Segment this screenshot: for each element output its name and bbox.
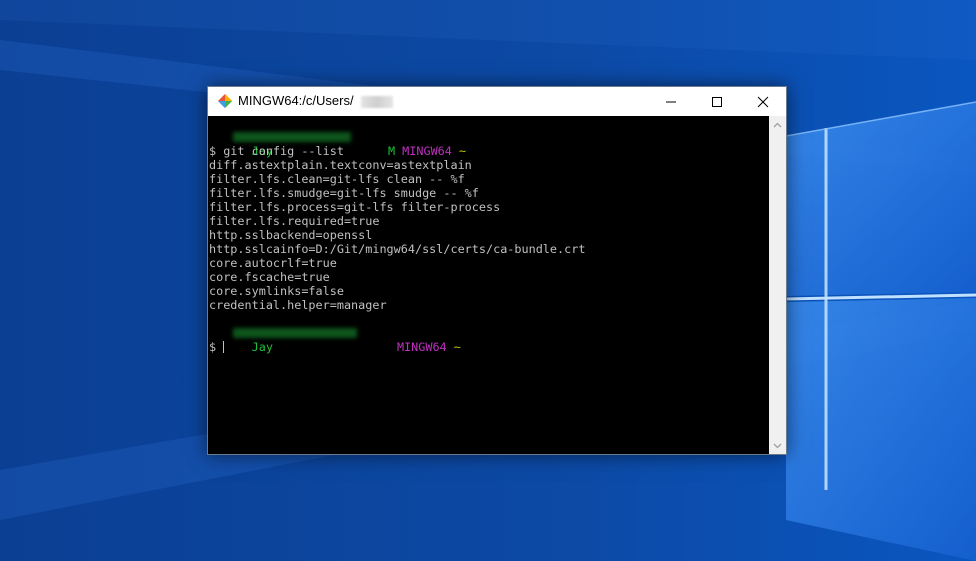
output-line: http.sslcainfo=D:/Git/mingw64/ssl/certs/… xyxy=(209,242,586,256)
window-titlebar[interactable]: MINGW64:/c/Users/ xyxy=(208,87,786,116)
hostname-redaction xyxy=(233,132,351,142)
prompt-env: MINGW64 xyxy=(402,144,452,158)
output-line: filter.lfs.smudge=git-lfs smudge -- %f xyxy=(209,186,479,200)
maximize-icon xyxy=(712,96,722,107)
output-line: core.autocrlf=true xyxy=(209,256,337,270)
output-line: credential.helper=manager xyxy=(209,298,387,312)
input-line[interactable]: $ xyxy=(209,340,225,354)
output-line: core.fscache=true xyxy=(209,270,330,284)
chevron-down-icon xyxy=(773,443,782,448)
output-line: filter.lfs.clean=git-lfs clean -- %f xyxy=(209,172,465,186)
hostname-redaction xyxy=(233,328,357,338)
window-title: MINGW64:/c/Users/ xyxy=(238,93,354,108)
mingw64-terminal-window[interactable]: MINGW64:/c/Users/ Jay M MINGW64 ~ $ git c… xyxy=(207,86,787,455)
title-redaction xyxy=(361,96,393,108)
text-cursor xyxy=(223,341,225,353)
output-line: diff.astextplain.textconv=astextplain xyxy=(209,158,472,172)
input-prompt: $ xyxy=(209,340,224,354)
prompt-path: ~ xyxy=(453,340,461,354)
terminal-output-area[interactable]: Jay M MINGW64 ~ $ git config --list diff.… xyxy=(208,116,769,454)
prompt-path: ~ xyxy=(458,144,467,158)
prompt-line: Jay MINGW64 ~ xyxy=(209,326,461,354)
prompt-env: MINGW64 xyxy=(396,340,447,354)
prompt-host-suffix: M xyxy=(387,144,396,158)
command-line: $ git config --list xyxy=(209,144,344,158)
vertical-scrollbar[interactable] xyxy=(769,116,786,454)
scroll-down-button[interactable] xyxy=(769,437,786,454)
git-bash-icon xyxy=(218,94,232,108)
prompt-user: Jay xyxy=(251,340,273,354)
close-icon xyxy=(757,96,769,107)
minimize-button[interactable] xyxy=(648,87,694,116)
output-line: http.sslbackend=openssl xyxy=(209,228,373,242)
output-line: filter.lfs.process=git-lfs filter-proces… xyxy=(209,200,501,214)
chevron-up-icon xyxy=(773,122,782,127)
prompt-line: Jay M MINGW64 ~ xyxy=(209,130,466,158)
close-button[interactable] xyxy=(740,87,786,116)
scroll-up-button[interactable] xyxy=(769,116,786,133)
output-line: core.symlinks=false xyxy=(209,284,344,298)
output-line: filter.lfs.required=true xyxy=(209,214,380,228)
maximize-button[interactable] xyxy=(694,87,740,116)
minimize-icon xyxy=(666,101,676,102)
